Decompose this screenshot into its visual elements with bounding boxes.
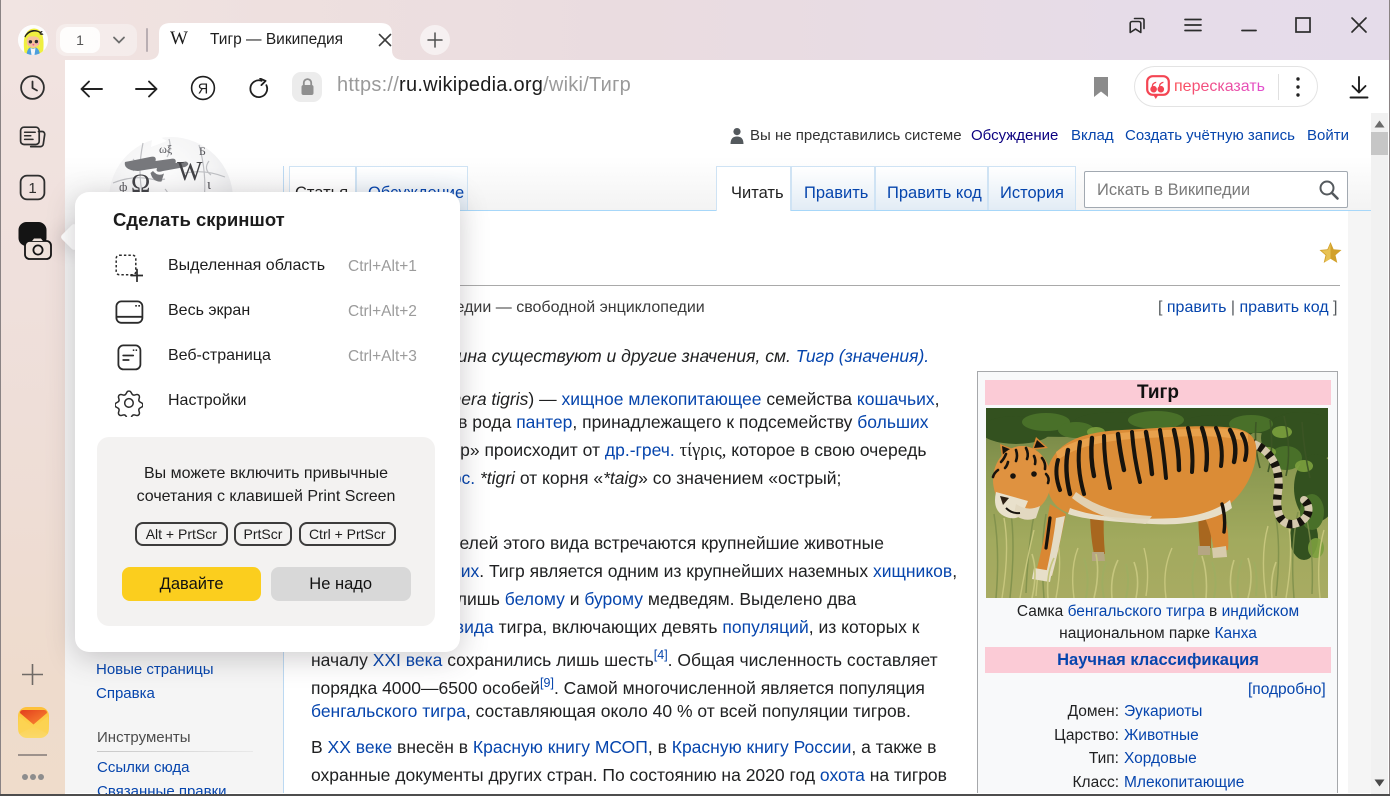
svg-text:Б: Б	[199, 144, 206, 158]
svg-text:ι: ι	[207, 177, 211, 193]
svg-text:1: 1	[28, 180, 36, 197]
svg-text:ωξ: ωξ	[159, 142, 173, 156]
svg-text:W: W	[177, 156, 203, 186]
svg-text:Я: Я	[198, 82, 208, 98]
